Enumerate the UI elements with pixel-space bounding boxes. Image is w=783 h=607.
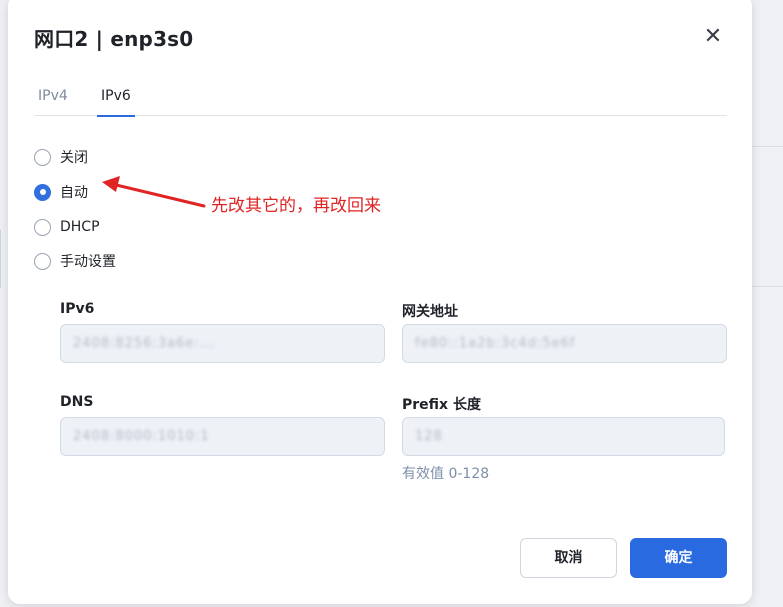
ipv6-label: IPv6 (60, 301, 95, 317)
radio-button[interactable] (34, 148, 51, 166)
radio-button[interactable] (34, 218, 51, 236)
gateway-input[interactable]: fe80::1a2b:3c4d:5e6f (402, 324, 727, 363)
tab-bar: IPv4 IPv6 (34, 82, 727, 117)
prefix-label: Prefix 长度 (402, 397, 481, 413)
backdrop-edge (0, 230, 8, 288)
backdrop-divider (752, 146, 783, 147)
tab-ipv6[interactable]: IPv6 (97, 88, 135, 117)
radio-button[interactable] (34, 252, 51, 270)
backdrop-divider (752, 286, 783, 287)
gateway-label: 网关地址 (402, 304, 458, 320)
radio-label: 手动设置 (60, 254, 116, 270)
radio-label: 自动 (60, 185, 88, 201)
gateway-value: fe80::1a2b:3c4d:5e6f (415, 336, 576, 351)
radio-label: DHCP (60, 219, 100, 235)
prefix-input[interactable]: 128 (402, 417, 725, 456)
cancel-button[interactable]: 取消 (520, 538, 617, 578)
radio-option-manual[interactable]: 手动设置 (34, 250, 116, 272)
confirm-button[interactable]: 确定 (630, 538, 727, 578)
ipv6-value: 2408:8256:3a6e:... (73, 336, 216, 351)
annotation-text: 先改其它的，再改回来 (211, 196, 381, 216)
radio-option-off[interactable]: 关闭 (34, 146, 88, 168)
radio-option-auto[interactable]: 自动 (34, 181, 88, 203)
prefix-hint: 有效值 0-128 (402, 466, 490, 482)
radio-button-checked[interactable] (34, 183, 51, 201)
close-icon[interactable]: ✕ (699, 23, 727, 51)
radio-option-dhcp[interactable]: DHCP (34, 216, 100, 238)
annotation-arrow (102, 176, 206, 208)
ipv6-input[interactable]: 2408:8256:3a6e:... (60, 324, 385, 363)
dns-input[interactable]: 2408:8000:1010:1 (60, 417, 385, 456)
dialog-title: 网口2 | enp3s0 (34, 27, 194, 51)
radio-label: 关闭 (60, 150, 88, 166)
dns-label: DNS (60, 394, 94, 410)
network-settings-dialog: 网口2 | enp3s0 ✕ IPv4 IPv6 关闭 自动 DHCP 手动设置… (8, 0, 752, 604)
dns-value: 2408:8000:1010:1 (73, 429, 210, 444)
tab-ipv4[interactable]: IPv4 (38, 88, 68, 116)
prefix-value: 128 (415, 429, 443, 444)
